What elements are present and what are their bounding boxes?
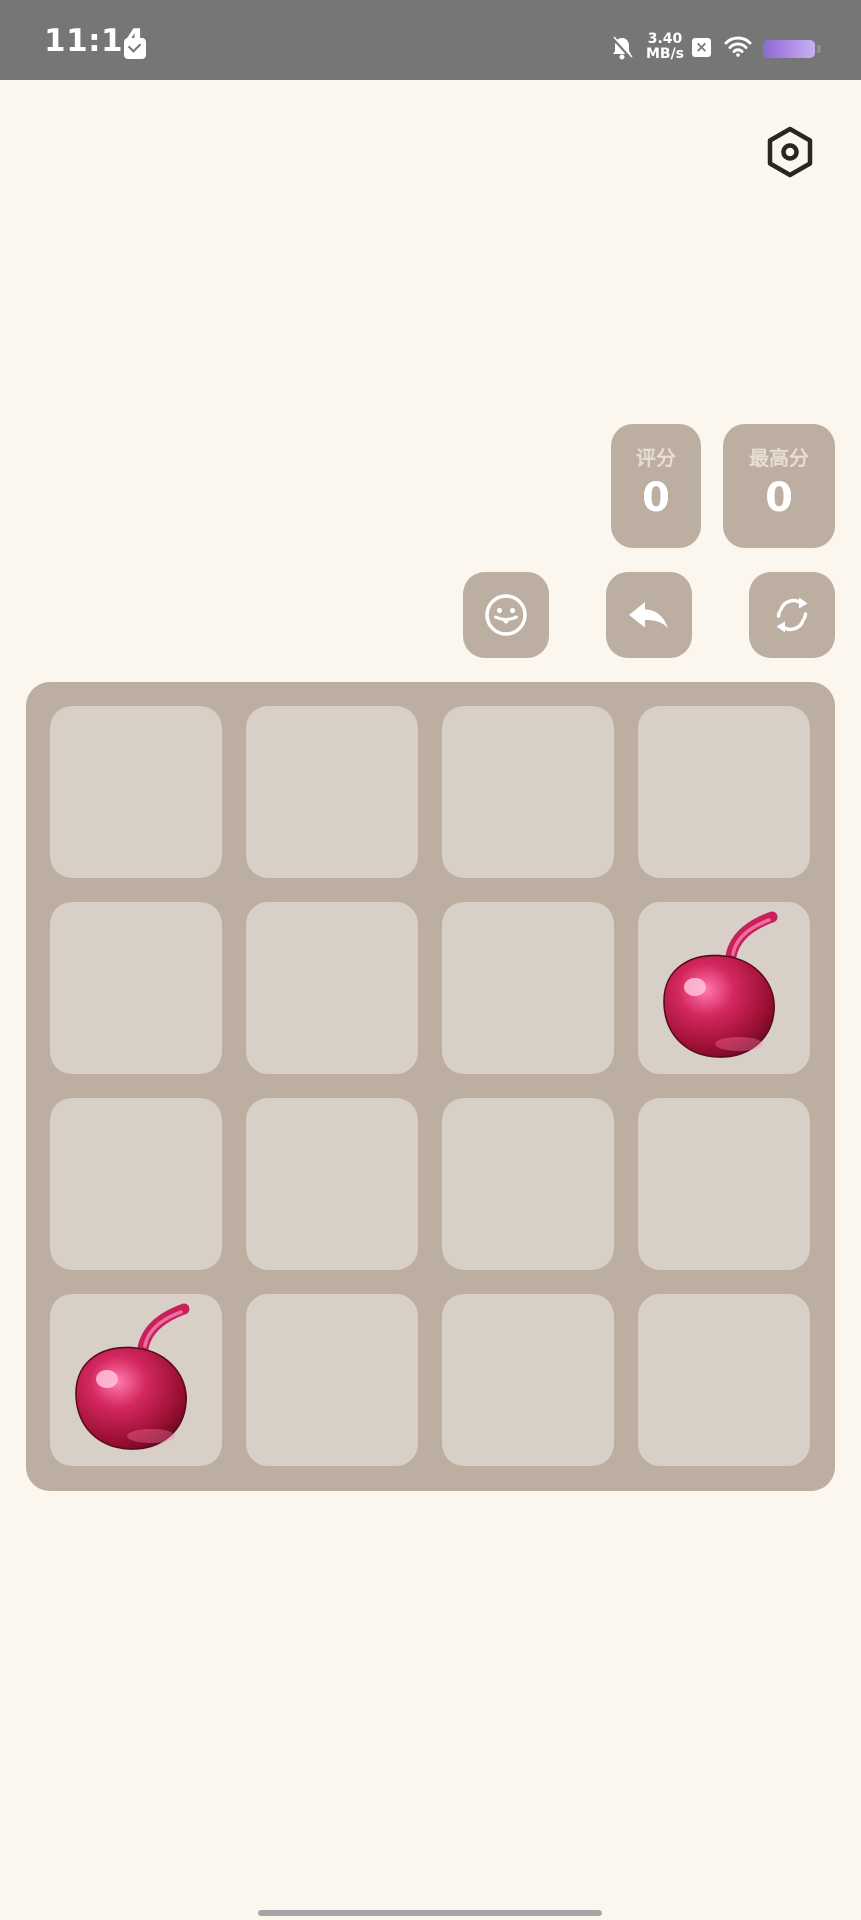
board-cell-cherry bbox=[50, 1294, 222, 1466]
board-cell bbox=[246, 706, 418, 878]
board-cell bbox=[638, 706, 810, 878]
net-speed-unit: MB/s bbox=[645, 46, 685, 62]
board-cell bbox=[50, 706, 222, 878]
board-cell-cherry bbox=[638, 902, 810, 1074]
best-score-value: 0 bbox=[765, 475, 793, 521]
best-score-label: 最高分 bbox=[749, 446, 809, 470]
close-badge-icon: × bbox=[692, 38, 711, 57]
board-cell bbox=[246, 902, 418, 1074]
board-cell bbox=[442, 1294, 614, 1466]
wifi-icon bbox=[724, 36, 752, 57]
board-cell bbox=[638, 1294, 810, 1466]
bell-off-icon bbox=[611, 36, 633, 60]
undo-button[interactable] bbox=[606, 572, 692, 658]
score-box: 评分 0 bbox=[611, 424, 701, 548]
net-speed: 3.40 MB/s bbox=[644, 32, 686, 62]
net-speed-value: 3.40 bbox=[647, 31, 683, 47]
cherry-icon bbox=[663, 911, 778, 1058]
board-cell bbox=[442, 1098, 614, 1270]
emoji-button[interactable] bbox=[463, 572, 549, 658]
board-cell bbox=[50, 1098, 222, 1270]
restart-button[interactable] bbox=[749, 572, 835, 658]
restart-icon bbox=[776, 597, 808, 633]
score-label: 评分 bbox=[636, 446, 676, 470]
game-board[interactable] bbox=[26, 682, 835, 1491]
undo-arrow-icon bbox=[629, 602, 668, 628]
settings-hexagon-icon[interactable] bbox=[762, 124, 818, 180]
board-cell bbox=[246, 1098, 418, 1270]
cherry-icon bbox=[75, 1303, 190, 1450]
mail-icon bbox=[124, 38, 146, 59]
board-cell bbox=[442, 706, 614, 878]
board-cell bbox=[246, 1294, 418, 1466]
emoji-face-icon bbox=[485, 594, 527, 636]
home-indicator[interactable] bbox=[258, 1910, 602, 1916]
status-bar: 11:14 3.40 MB/s × bbox=[0, 0, 861, 80]
board-cell bbox=[638, 1098, 810, 1270]
battery-icon bbox=[763, 40, 815, 58]
score-value: 0 bbox=[642, 475, 670, 521]
board-cell bbox=[442, 902, 614, 1074]
battery-tip bbox=[817, 45, 821, 53]
best-score-box: 最高分 0 bbox=[723, 424, 835, 548]
board-cell bbox=[50, 902, 222, 1074]
